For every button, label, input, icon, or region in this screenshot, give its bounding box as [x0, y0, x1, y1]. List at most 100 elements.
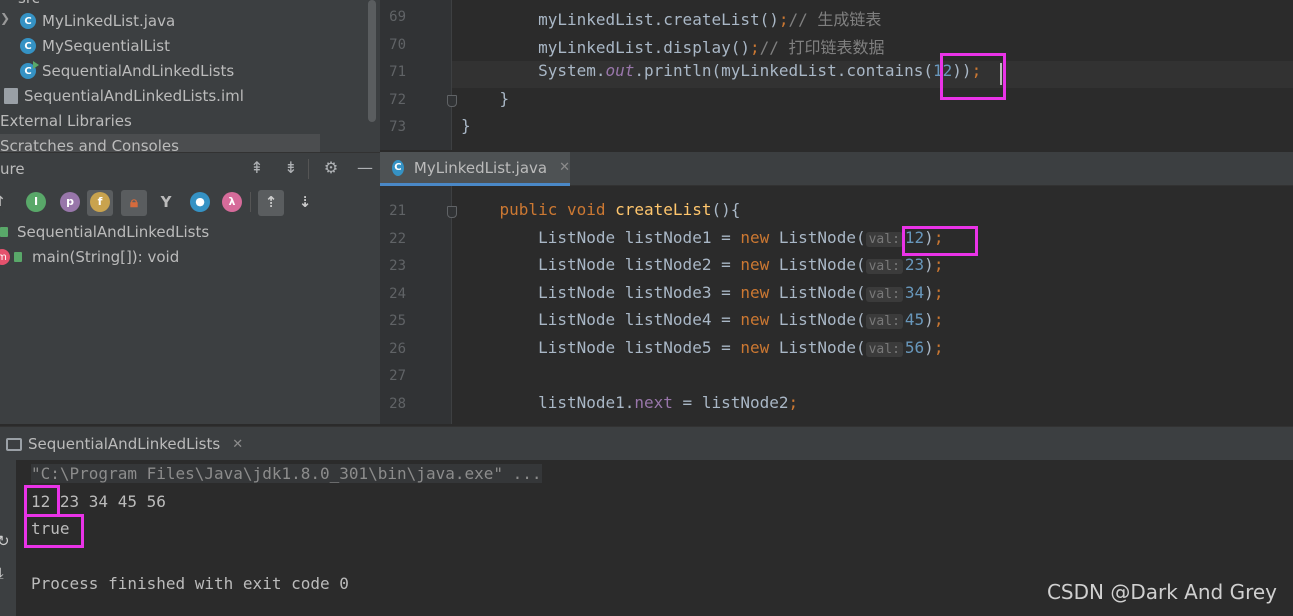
code-token: ) — [924, 282, 934, 302]
line-number: 28 — [389, 395, 406, 412]
property-icon[interactable]: p — [60, 192, 80, 212]
highlight-box-true-output — [24, 514, 84, 548]
tree-item-label: External Libraries — [0, 112, 132, 130]
console-icon — [6, 437, 22, 451]
tree-item-label: SequentialAndLinkedLists — [42, 62, 235, 80]
code-token: // 打印链表数据 — [759, 37, 885, 57]
code-line[interactable]: ListNode listNode3 = new ListNode(val: 34… — [461, 283, 943, 302]
structure-item-main[interactable]: m main(String[]): void — [0, 245, 179, 269]
code-token: ) — [924, 310, 934, 329]
tree-item-sequentialandlinkedlists[interactable]: C SequentialAndLinkedLists — [20, 59, 234, 83]
tree-item-external-libraries[interactable]: External Libraries — [0, 109, 132, 133]
structure-item-label: main(String[]): void — [32, 248, 180, 266]
tab-mylinkedlist[interactable]: C MyLinkedList.java ✕ — [380, 152, 570, 186]
tree-item-iml[interactable]: SequentialAndLinkedLists.iml — [0, 84, 244, 108]
code-line[interactable]: ListNode listNode2 = new ListNode(val: 23… — [461, 255, 943, 274]
run-tab[interactable]: SequentialAndLinkedLists ✕ — [0, 427, 243, 461]
code-token: .println(myLinkedList.contains( — [634, 61, 934, 80]
tree-scrollbar[interactable] — [368, 0, 376, 122]
line-number: 70 — [389, 36, 406, 53]
structure-toolbar: ⇵ I p f 🔒︎ Y ● λ ⇡ ⇣ — [0, 184, 380, 220]
gutter-border — [380, 186, 452, 424]
code-token: 23 — [904, 255, 925, 274]
code-token: System. — [461, 61, 606, 80]
code-token: new — [740, 282, 779, 302]
code-line[interactable]: myLinkedList.display();// 打印链表数据 — [461, 34, 885, 58]
parameter-hint: val: — [865, 286, 903, 302]
code-token: ; — [933, 282, 944, 302]
minimize-icon[interactable]: — — [354, 157, 376, 179]
line-number: 72 — [389, 91, 406, 108]
code-token: ; — [933, 255, 944, 274]
lock-icon[interactable]: 🔒︎ — [124, 192, 144, 212]
run-panel-header: SequentialAndLinkedLists ✕ — [0, 426, 1293, 460]
code-line[interactable]: ListNode listNode5 = new ListNode(val: 56… — [461, 338, 943, 357]
code-line[interactable]: listNode1.next = listNode2; — [461, 393, 798, 412]
module-file-icon — [4, 88, 18, 104]
fold-marker-icon[interactable] — [447, 95, 457, 107]
code-token: ListNode( — [778, 255, 866, 274]
collapse-all-icon[interactable]: ⇟ — [280, 157, 302, 179]
editor-bottom[interactable]: 21 public void createList(){22 ListNode … — [380, 186, 1293, 424]
toolbar-divider — [250, 192, 251, 212]
code-token: } — [461, 88, 510, 108]
structure-item-class[interactable]: SequentialAndLinkedLists — [0, 220, 209, 244]
code-line[interactable]: ListNode listNode1 = new ListNode(val: 12… — [461, 228, 943, 247]
lambda-icon[interactable]: λ — [222, 192, 242, 212]
inherited-icon[interactable]: I — [26, 192, 46, 212]
code-line[interactable]: } — [461, 88, 510, 108]
line-number: 69 — [389, 9, 406, 25]
close-icon[interactable]: ✕ — [559, 160, 570, 175]
code-line[interactable]: ListNode listNode4 = new ListNode(val: 45… — [461, 310, 943, 329]
code-token: // 生成链表 — [788, 10, 882, 29]
code-token: ListNode( — [778, 337, 866, 357]
unlock-icon — [0, 227, 8, 237]
code-line[interactable]: } — [461, 116, 471, 135]
code-token: ) — [924, 337, 934, 357]
code-line[interactable]: System.out.println(myLinkedList.contains… — [461, 61, 981, 80]
merge-icon[interactable]: Y — [156, 192, 176, 212]
parameter-hint: val: — [865, 341, 903, 357]
tree-item-mylinkedlist[interactable]: C MyLinkedList.java — [20, 9, 175, 33]
code-token: ; — [933, 310, 944, 329]
code-token: ListNode listNode5 = — [461, 337, 741, 357]
chevron-right-icon[interactable]: ❯ — [0, 11, 10, 25]
anonymous-class-icon[interactable]: ● — [190, 192, 210, 212]
tree-item-label: MySequentialList — [42, 37, 170, 55]
toolbar-divider — [308, 159, 309, 179]
code-token: createList — [615, 200, 712, 219]
autoscroll-to-source-icon[interactable]: ⇡ — [261, 192, 281, 212]
code-token: out — [605, 61, 635, 80]
editor-tab-bar: C MyLinkedList.java ✕ — [380, 152, 1293, 186]
parameter-hint: val: — [865, 314, 903, 329]
close-icon[interactable]: ✕ — [232, 437, 243, 452]
code-token: ; — [788, 392, 799, 412]
code-token: myLinkedList.display() — [461, 37, 750, 57]
editor-top[interactable]: 69 myLinkedList.createList();// 生成链表 70 m… — [380, 0, 1293, 150]
code-line[interactable]: public void createList(){ — [461, 200, 741, 219]
autoscroll-from-source-icon[interactable]: ⇣ — [295, 192, 315, 212]
code-token: } — [461, 116, 471, 135]
class-icon: C — [392, 159, 404, 176]
structure-item-label: SequentialAndLinkedLists — [17, 223, 210, 241]
structure-tree: SequentialAndLinkedLists m main(String[]… — [0, 220, 380, 424]
code-token: myLinkedList.createList() — [461, 10, 779, 29]
tree-item-mysequentiallist[interactable]: C MySequentialList — [20, 34, 170, 58]
field-icon[interactable]: f — [90, 192, 110, 212]
code-line[interactable]: myLinkedList.createList();// 生成链表 — [461, 6, 881, 30]
scroll-to-end-icon[interactable]: ⤓ — [0, 564, 4, 582]
line-number: 25 — [389, 313, 406, 329]
public-icon — [14, 252, 22, 262]
sort-icon[interactable]: ⇵ — [0, 192, 8, 212]
fold-marker-icon[interactable] — [447, 206, 457, 218]
tree-item-scratches[interactable]: Scratches and Consoles — [0, 134, 320, 152]
code-token: ListNode listNode1 = — [461, 227, 741, 247]
expand-all-icon[interactable]: ⇞ — [246, 157, 268, 179]
line-number: 71 — [389, 64, 406, 80]
code-token: new — [740, 310, 779, 329]
rerun-icon[interactable]: ↻ — [0, 532, 10, 550]
code-token: 56 — [904, 337, 925, 357]
gear-icon[interactable]: ⚙ — [320, 157, 342, 179]
code-token: ListNode listNode2 = — [461, 255, 741, 274]
